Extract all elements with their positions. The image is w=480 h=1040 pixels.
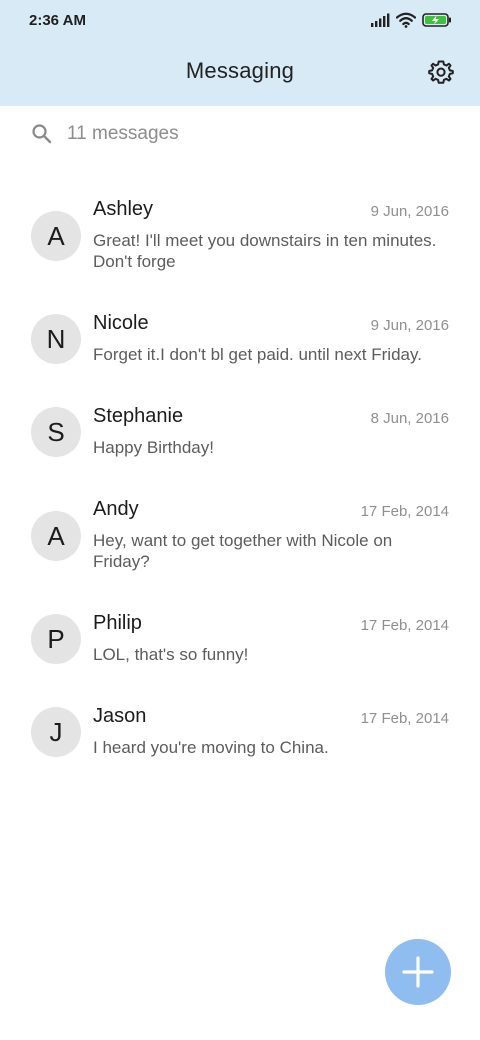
message-preview: Forget it.I don't bl get paid. until nex… xyxy=(93,345,422,364)
search-bar[interactable]: 11 messages xyxy=(0,106,480,162)
message-date: 17 Feb, 2014 xyxy=(360,503,449,520)
message-date: 8 Jun, 2016 xyxy=(370,410,449,427)
message-preview: Happy Birthday! xyxy=(93,438,214,457)
contact-name: Jason xyxy=(93,705,147,727)
gear-icon xyxy=(428,60,454,84)
conversation-list: A Ashley 9 Jun, 2016 Great! I'll meet yo… xyxy=(0,178,480,778)
avatar: J xyxy=(31,707,81,757)
message-preview: Hey, want to get together with Nicole on… xyxy=(93,531,393,571)
conversation-item[interactable]: J Jason 17 Feb, 2014 I heard you're movi… xyxy=(0,685,480,778)
battery-charging-icon xyxy=(422,12,452,32)
avatar: N xyxy=(31,314,81,364)
wifi-icon xyxy=(395,12,417,33)
signal-icon xyxy=(370,13,390,32)
search-placeholder: 11 messages xyxy=(67,123,179,144)
avatar: P xyxy=(31,614,81,664)
message-preview: I heard you're moving to China. xyxy=(93,738,329,757)
conversation-item[interactable]: S Stephanie 8 Jun, 2016 Happy Birthday! xyxy=(0,385,480,478)
message-date: 17 Feb, 2014 xyxy=(360,617,449,634)
page-title: Messaging xyxy=(185,58,295,83)
contact-name: Nicole xyxy=(93,312,149,334)
contact-name: Ashley xyxy=(93,198,154,220)
conversation-item[interactable]: A Andy 17 Feb, 2014 Hey, want to get tog… xyxy=(0,478,480,592)
plus-icon xyxy=(402,956,434,988)
contact-name: Philip xyxy=(93,612,142,634)
new-message-button[interactable] xyxy=(385,939,451,1005)
search-icon xyxy=(32,124,52,144)
title-bar: Messaging xyxy=(0,44,480,106)
message-preview: Great! I'll meet you downstairs in ten m… xyxy=(93,231,437,271)
status-bar: 2:36 AM xyxy=(0,0,480,44)
message-date: 17 Feb, 2014 xyxy=(360,710,449,727)
app-header: 2:36 AM Messaging xyxy=(0,0,480,106)
conversation-item[interactable]: A Ashley 9 Jun, 2016 Great! I'll meet yo… xyxy=(0,178,480,292)
conversation-item[interactable]: P Philip 17 Feb, 2014 LOL, that's so fun… xyxy=(0,592,480,685)
contact-name: Andy xyxy=(93,498,139,520)
avatar: S xyxy=(31,407,81,457)
message-preview: LOL, that's so funny! xyxy=(93,645,249,664)
avatar: A xyxy=(31,211,81,261)
message-date: 9 Jun, 2016 xyxy=(370,203,449,220)
status-icons xyxy=(370,12,452,32)
conversation-item[interactable]: N Nicole 9 Jun, 2016 Forget it.I don't b… xyxy=(0,292,480,385)
avatar: A xyxy=(31,511,81,561)
message-date: 9 Jun, 2016 xyxy=(370,317,449,334)
status-time: 2:36 AM xyxy=(29,12,86,29)
contact-name: Stephanie xyxy=(93,405,184,427)
settings-button[interactable] xyxy=(426,57,456,87)
